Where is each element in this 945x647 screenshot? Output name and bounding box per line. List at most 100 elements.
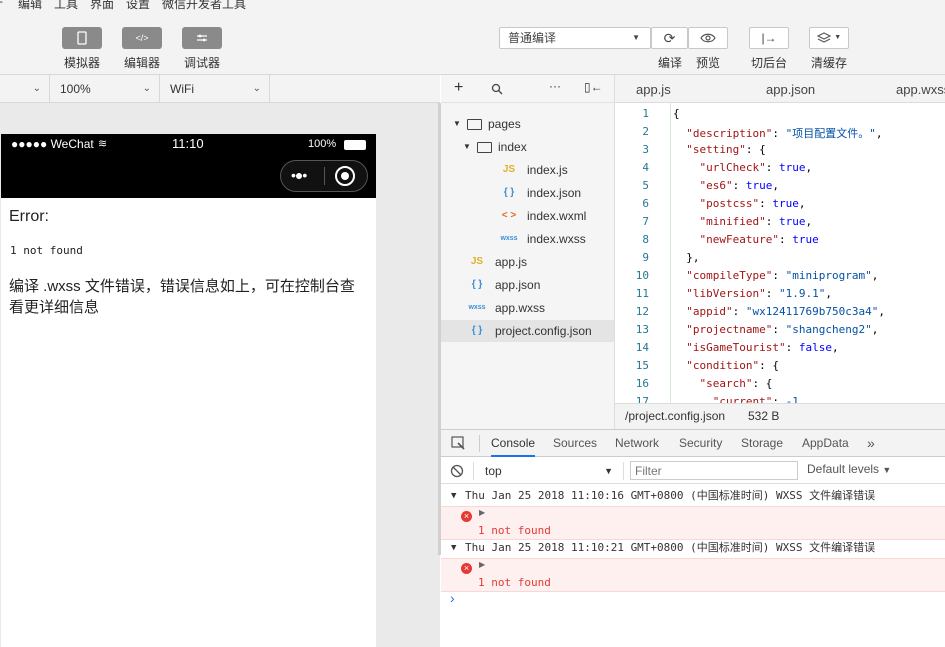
tab-appdata[interactable]: AppData xyxy=(802,430,849,457)
background-button[interactable]: |→ xyxy=(749,27,789,49)
background-icon: |→ xyxy=(761,31,777,45)
expand-arrow-icon[interactable]: ▶ xyxy=(479,560,485,569)
battery-icon xyxy=(344,140,366,150)
main-toolbar: 模拟器 </> 编辑器 调试器 普通编译 ▼ ⟳ 编译 预览 |→ 切后台 ▼ xyxy=(0,10,945,75)
menu-item-edit[interactable]: 编辑 xyxy=(18,0,42,10)
tab-sources[interactable]: Sources xyxy=(553,430,597,457)
file-tree-item[interactable]: JS index.js xyxy=(441,159,614,181)
tab-storage[interactable]: Storage xyxy=(741,430,783,457)
line-number: 3 xyxy=(642,143,649,156)
editor-toggle-button[interactable]: </> xyxy=(122,27,162,49)
expand-arrow-icon[interactable]: ▼ xyxy=(451,537,456,559)
capsule-menu[interactable]: •●• xyxy=(280,160,368,192)
more-tabs-icon[interactable]: » xyxy=(867,430,875,457)
wxml-file-icon: < > xyxy=(501,210,517,221)
device-select[interactable]: ⌄ xyxy=(0,75,50,103)
debug-icon xyxy=(197,34,207,42)
json-file-icon: { } xyxy=(503,187,515,198)
tab-app-wxss[interactable]: app.wxss xyxy=(896,75,945,103)
menu-item-view[interactable]: 界面 xyxy=(90,0,114,10)
console-filter-input[interactable] xyxy=(630,461,798,480)
collapse-panel-icon[interactable]: ▯← xyxy=(584,80,603,94)
file-tree-label: app.wxss xyxy=(495,301,546,315)
background-label: 切后台 xyxy=(750,56,787,70)
file-tree-item[interactable]: ▼ index xyxy=(441,136,614,158)
search-icon[interactable] xyxy=(491,83,503,95)
log-levels-select[interactable]: Default levels ▼ xyxy=(807,462,891,476)
code-editor[interactable]: 1 {2 "description": "项目配置文件。", 3 "setting"… xyxy=(615,103,945,403)
clear-console-icon[interactable] xyxy=(450,464,464,478)
tab-network[interactable]: Network xyxy=(615,430,659,457)
refresh-icon: ⟳ xyxy=(663,30,676,46)
compile-label: 编译 xyxy=(657,56,682,70)
code-line: "libVersion": "1.9.1", xyxy=(686,287,832,300)
context-select[interactable]: top ▼ xyxy=(479,461,617,481)
chevron-down-icon: ▼ xyxy=(632,33,640,42)
log-group-header[interactable]: ▼ Thu Jan 25 2018 11:10:16 GMT+0800 (中国标… xyxy=(441,485,945,507)
file-tree-label: app.json xyxy=(495,278,541,292)
line-number: 14 xyxy=(635,341,649,354)
log-group-header[interactable]: ▼ Thu Jan 25 2018 11:10:21 GMT+0800 (中国标… xyxy=(441,537,945,559)
log-error-entry[interactable]: × ▶ 1 not found xyxy=(441,558,945,592)
menu-item-tools[interactable]: 工具 xyxy=(54,0,78,10)
file-tree-item[interactable]: wxss index.wxss xyxy=(441,228,614,250)
menu-bar: + 编辑 工具 界面 设置 微信开发者工具 xyxy=(0,0,945,10)
phone-icon xyxy=(77,31,87,45)
console-prompt[interactable]: › xyxy=(450,590,455,606)
file-tree-item[interactable]: { } index.json xyxy=(441,182,614,204)
file-tree-item[interactable]: ▼ pages xyxy=(441,113,614,135)
clear-cache-button[interactable]: ▼ xyxy=(809,27,849,49)
tab-console[interactable]: Console xyxy=(491,430,536,457)
inspect-element-icon[interactable] xyxy=(451,436,466,451)
expand-arrow-icon[interactable]: ▼ xyxy=(451,485,456,507)
file-tree-label: index.json xyxy=(527,186,582,200)
close-mini-program-icon[interactable] xyxy=(335,166,355,186)
file-tree-label: app.js xyxy=(495,255,528,269)
error-icon: × xyxy=(461,511,472,522)
menu-item-settings[interactable]: 设置 xyxy=(126,0,150,10)
chevron-down-icon: ⌄ xyxy=(32,83,41,94)
menu-item-devtools[interactable]: 微信开发者工具 xyxy=(162,0,246,10)
editor-label: 编辑器 xyxy=(123,56,160,70)
code-line: "compileType": "miniprogram", xyxy=(686,269,879,282)
add-file-icon[interactable]: + xyxy=(454,79,463,97)
file-tree-item[interactable]: { } app.json xyxy=(441,274,614,296)
code-line: "setting": { xyxy=(686,143,766,156)
log-error-entry[interactable]: × ▶ 1 not found xyxy=(441,506,945,540)
file-tree-label: index xyxy=(498,140,527,154)
file-tree-item[interactable]: { } project.config.json xyxy=(441,320,614,342)
filter-divider xyxy=(623,462,624,480)
compile-mode-select[interactable]: 普通编译 ▼ xyxy=(499,27,651,49)
code-line: "condition": { xyxy=(686,359,779,372)
tab-app-js[interactable]: app.js xyxy=(636,75,671,103)
preview-button[interactable] xyxy=(688,27,728,49)
tab-app-json[interactable]: app.json xyxy=(766,75,815,103)
file-tree-item[interactable]: < > index.wxml xyxy=(441,205,614,227)
more-options-icon[interactable]: ··· xyxy=(549,79,561,93)
file-tree-item[interactable]: wxss app.wxss xyxy=(441,297,614,319)
debugger-toggle-button[interactable] xyxy=(182,27,222,49)
eye-icon xyxy=(700,33,716,43)
file-tree-item[interactable]: JS app.js xyxy=(441,251,614,273)
compile-button[interactable]: ⟳ xyxy=(651,27,688,49)
error-title: Error: xyxy=(9,208,49,225)
expand-arrow-icon[interactable]: ▼ xyxy=(453,113,461,135)
line-number: 8 xyxy=(642,233,649,246)
compile-mode-value: 普通编译 xyxy=(508,31,557,45)
code-line: "newFeature": true xyxy=(699,233,819,246)
chevron-down-icon: ▼ xyxy=(882,465,892,475)
network-select[interactable]: WiFi ⌄ xyxy=(160,75,270,103)
expand-arrow-icon[interactable]: ▶ xyxy=(479,508,485,517)
zoom-select[interactable]: 100% ⌄ xyxy=(50,75,160,103)
log-error-message: 1 not found xyxy=(478,524,551,537)
status-carrier: ●●●●● WeChat xyxy=(11,137,94,151)
network-value: WiFi xyxy=(170,82,194,96)
simulator-toggle-button[interactable] xyxy=(62,27,102,49)
error-message: 编译 .wxss 文件错误，错误信息如上，可在控制台查看更详细信息 xyxy=(9,278,355,316)
indent-guide xyxy=(670,103,671,403)
tab-security[interactable]: Security xyxy=(679,430,722,457)
filter-divider xyxy=(473,462,474,480)
file-tree-label: index.js xyxy=(527,163,568,177)
expand-arrow-icon[interactable]: ▼ xyxy=(463,136,471,158)
more-icon[interactable]: •●• xyxy=(291,167,307,183)
